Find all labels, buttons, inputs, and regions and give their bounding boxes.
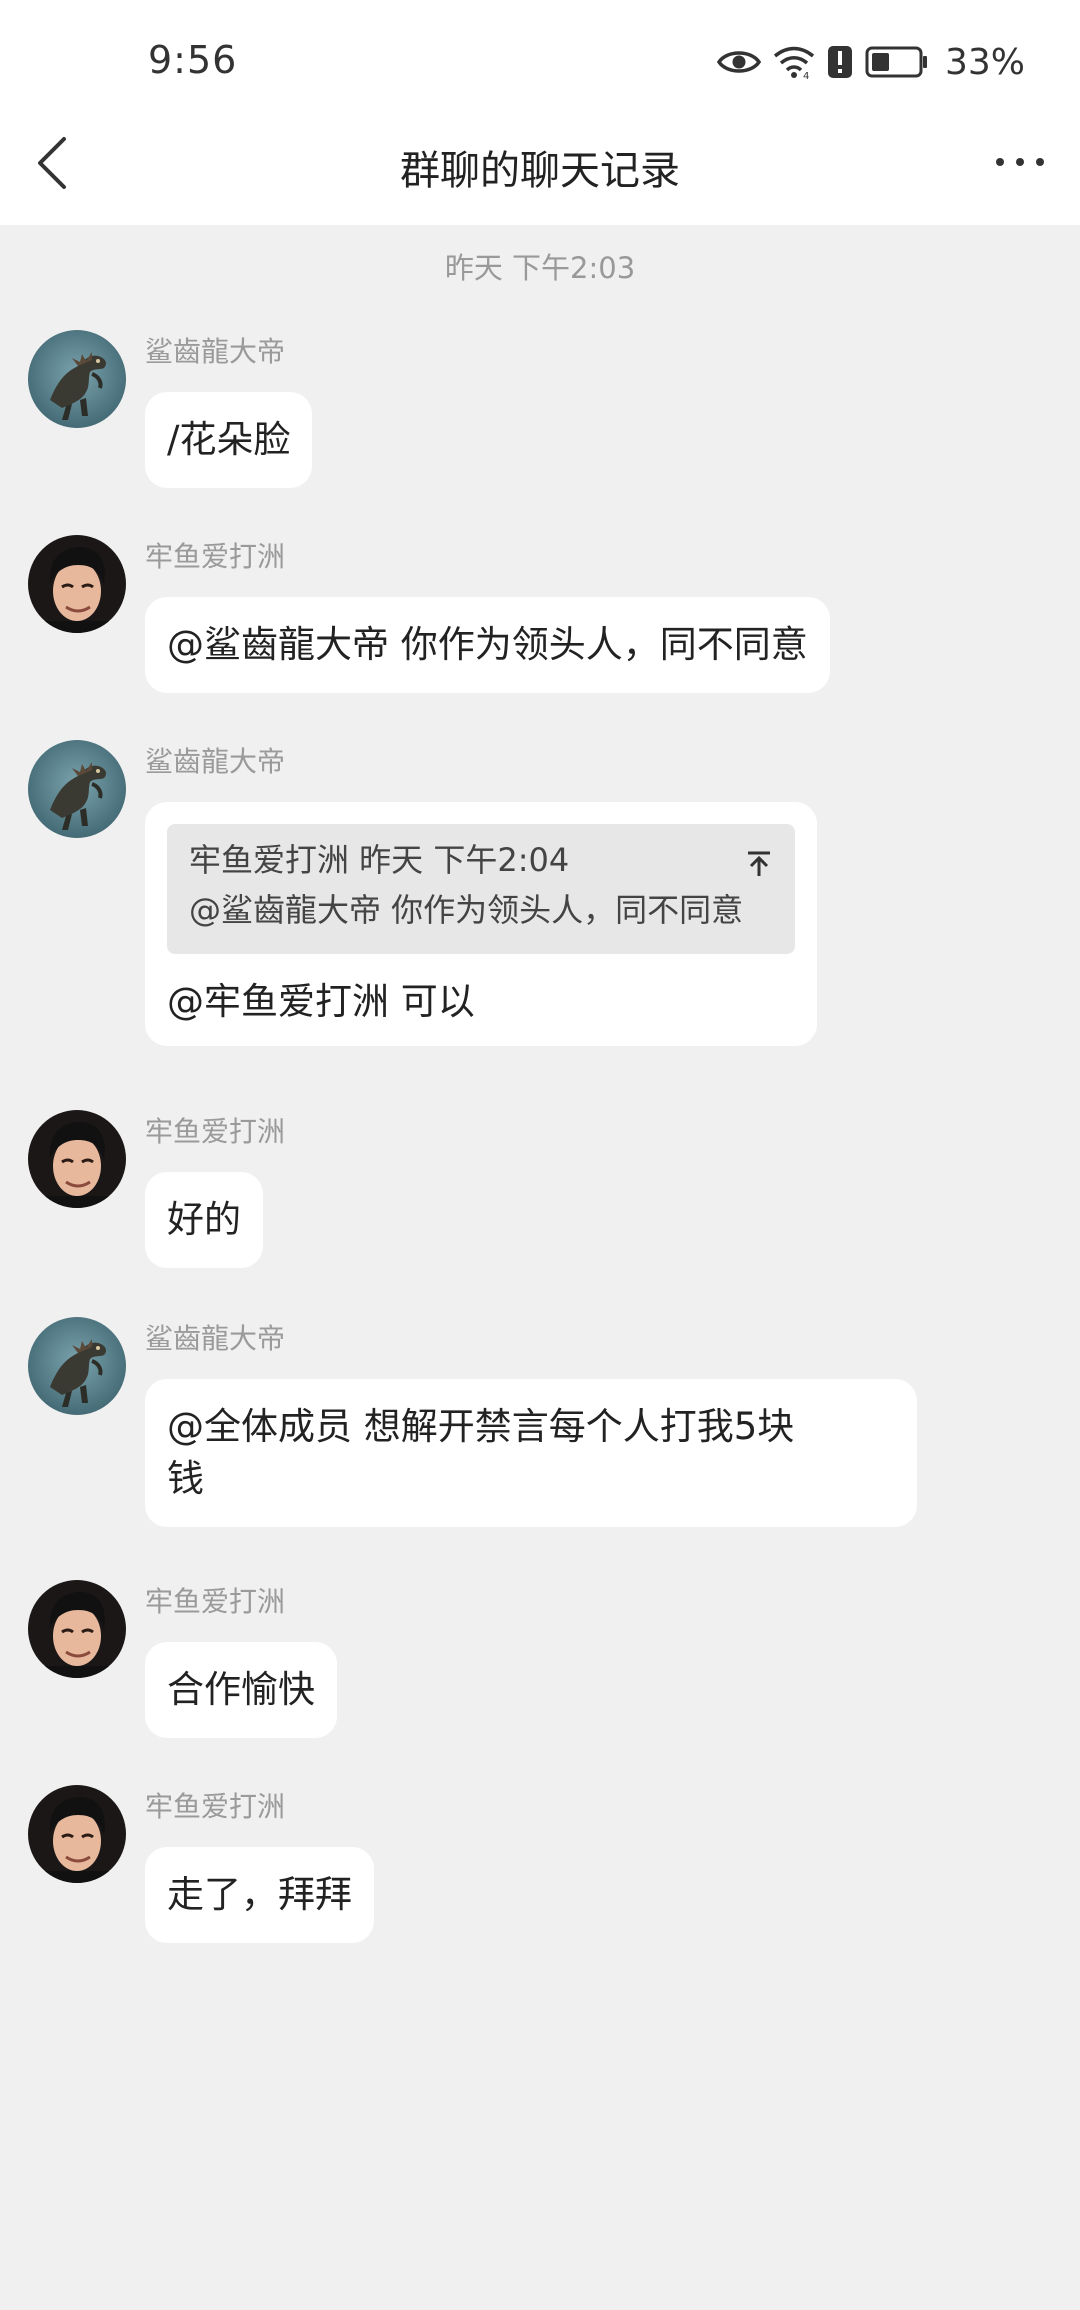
message-item: 鲨齒龍大帝 @全体成员 想解开禁言每个人打我5块 钱 [28,1317,1048,1537]
sender-name[interactable]: 鲨齒龍大帝 [145,740,285,780]
battery-icon [865,46,929,78]
quoted-message[interactable]: 牢鱼爱打洲 昨天 下午2:04 @鲨齒龍大帝 你作为领头人，同不同意 [167,824,795,954]
chat-history-screen: 9:56 4 33% 群聊的聊天记录 昨天 下午2:03 鲨齒龍大帝 /花朵脸 … [0,0,1080,2310]
dinosaur-avatar[interactable] [28,740,126,838]
status-icons: 4 33% [716,38,1025,86]
person-avatar[interactable] [28,1110,126,1208]
dinosaur-avatar[interactable] [28,1317,126,1415]
top-app-bar: 群聊的聊天记录 [0,100,1080,225]
sender-name[interactable]: 鲨齒龍大帝 [145,1317,285,1357]
message-item: 牢鱼爱打洲 合作愉快 [28,1580,1048,1740]
message-text: /花朵脸 [167,418,291,461]
wifi-icon: 4 [773,45,815,79]
dinosaur-avatar[interactable] [28,330,126,428]
battery-percentage: 33% [944,41,1025,83]
message-bubble[interactable]: 合作愉快 [145,1642,337,1738]
message-item: 牢鱼爱打洲 @鲨齒龍大帝 你作为领头人，同不同意 [28,535,1048,695]
message-bubble[interactable]: @鲨齒龍大帝 你作为领头人，同不同意 [145,597,830,693]
chat-message-list[interactable]: 昨天 下午2:03 鲨齒龍大帝 /花朵脸 牢鱼爱打洲 @鲨齒龍大帝 你作为领头人… [0,225,1080,2310]
alert-icon [827,45,853,79]
jump-to-original-icon[interactable] [745,850,773,878]
message-item: 牢鱼爱打洲 好的 [28,1110,1048,1270]
message-item: 鲨齒龍大帝 牢鱼爱打洲 昨天 下午2:04 @鲨齒龍大帝 你作为领头人，同不同意… [28,740,1048,1060]
status-time: 9:56 [148,38,238,82]
sender-name[interactable]: 鲨齒龍大帝 [145,330,285,370]
quoted-message-header: 牢鱼爱打洲 昨天 下午2:04 [189,841,570,879]
sender-name[interactable]: 牢鱼爱打洲 [145,1110,285,1150]
message-text: @全体成员 想解开禁言每个人打我5块 [167,1405,795,1448]
message-text: @鲨齒龍大帝 你作为领头人，同不同意 [167,623,808,666]
message-text: 合作愉快 [167,1668,315,1711]
message-text: 走了，拜拜 [167,1873,352,1916]
message-bubble[interactable]: /花朵脸 [145,392,313,488]
eye-icon [716,47,761,77]
svg-text:4: 4 [803,71,809,79]
sender-name[interactable]: 牢鱼爱打洲 [145,1580,285,1620]
message-text: 好的 [167,1198,241,1241]
message-bubble[interactable]: 走了，拜拜 [145,1847,374,1943]
more-horizontal-icon [996,158,1044,166]
person-avatar[interactable] [28,1580,126,1678]
person-avatar[interactable] [28,535,126,633]
message-text: 钱 [167,1457,204,1500]
page-title: 群聊的聊天记录 [400,148,680,194]
message-bubble[interactable]: @全体成员 想解开禁言每个人打我5块 钱 [145,1379,917,1527]
message-bubble[interactable]: 好的 [145,1172,263,1268]
time-divider: 昨天 下午2:03 [444,251,636,285]
message-bubble[interactable]: 牢鱼爱打洲 昨天 下午2:04 @鲨齒龍大帝 你作为领头人，同不同意 @牢鱼爱打… [145,802,817,1046]
sender-name[interactable]: 牢鱼爱打洲 [145,535,285,575]
more-options-button[interactable] [992,142,1048,182]
message-item: 鲨齒龍大帝 /花朵脸 [28,330,1048,490]
quoted-message-text: @鲨齒龍大帝 你作为领头人，同不同意 [189,891,744,929]
sender-name[interactable]: 牢鱼爱打洲 [145,1785,285,1825]
message-item: 牢鱼爱打洲 走了，拜拜 [28,1785,1048,1945]
person-avatar[interactable] [28,1785,126,1883]
message-text: @牢鱼爱打洲 可以 [167,980,475,1023]
